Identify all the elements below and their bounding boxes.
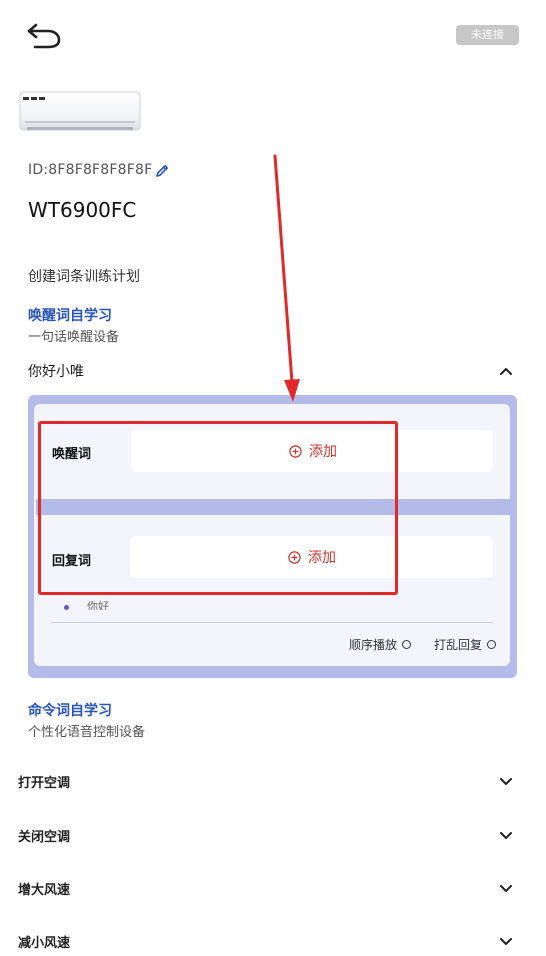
shuffle-reply-option[interactable]: 打乱回复	[434, 636, 497, 653]
edit-icon[interactable]	[154, 163, 170, 179]
command-item-label: 增大风速	[18, 883, 71, 898]
command-item[interactable]: 减小风速	[18, 931, 518, 953]
radio-icon	[402, 640, 412, 649]
chevron-up-icon	[500, 368, 512, 375]
wake-learning-subtitle: 一句话唤醒设备	[28, 330, 120, 345]
add-circle-icon	[289, 444, 302, 458]
voice-dot-icon	[64, 604, 69, 610]
device-id: ID:8F8F8F8F8F8F	[28, 162, 153, 178]
wake-word-name: 你好小唯	[28, 364, 84, 380]
chevron-down-icon	[500, 938, 512, 945]
sequential-play-option[interactable]: 顺序播放	[349, 636, 412, 653]
command-item-label: 减小风速	[18, 936, 71, 951]
chevron-down-icon	[500, 778, 512, 785]
wake-learning-title: 唤醒词自学习	[28, 308, 112, 324]
panel-divider	[51, 622, 493, 623]
shuffle-reply-label: 打乱回复	[434, 638, 483, 652]
command-learning-subtitle: 个性化语音控制设备	[28, 725, 146, 740]
add-wake-word-label: 添加	[309, 444, 337, 460]
chevron-down-icon	[500, 832, 512, 839]
reply-list-item-text: 你好	[87, 600, 109, 610]
command-item-label: 关闭空调	[18, 830, 71, 845]
card-separator	[36, 499, 510, 515]
command-item[interactable]: 增大风速	[18, 878, 518, 900]
chevron-down-icon	[500, 885, 512, 892]
back-button[interactable]	[22, 16, 68, 54]
add-wake-word-button[interactable]: 添加	[131, 430, 493, 472]
add-reply-word-button[interactable]: 添加	[130, 536, 493, 578]
command-item-label: 打开空调	[18, 776, 71, 791]
command-item[interactable]: 打开空调	[18, 771, 518, 793]
sequential-play-label: 顺序播放	[349, 638, 398, 652]
wake-word-row[interactable]: 你好小唯	[28, 360, 518, 382]
back-arrow-icon	[27, 23, 61, 49]
add-circle-icon	[288, 550, 301, 564]
connection-status-badge: 未连接	[456, 25, 519, 45]
training-plan-title: 创建词条训练计划	[28, 269, 140, 285]
device-image	[19, 91, 141, 133]
wake-word-label: 唤醒词	[52, 447, 92, 462]
command-item[interactable]: 关闭空调	[18, 825, 518, 847]
device-model: WT6900FC	[28, 198, 137, 222]
reply-word-label: 回复词	[52, 554, 92, 569]
add-reply-word-label: 添加	[308, 550, 336, 566]
radio-icon	[487, 640, 497, 649]
command-learning-title: 命令词自学习	[28, 703, 112, 719]
reply-list-item[interactable]: 你好	[64, 598, 109, 610]
